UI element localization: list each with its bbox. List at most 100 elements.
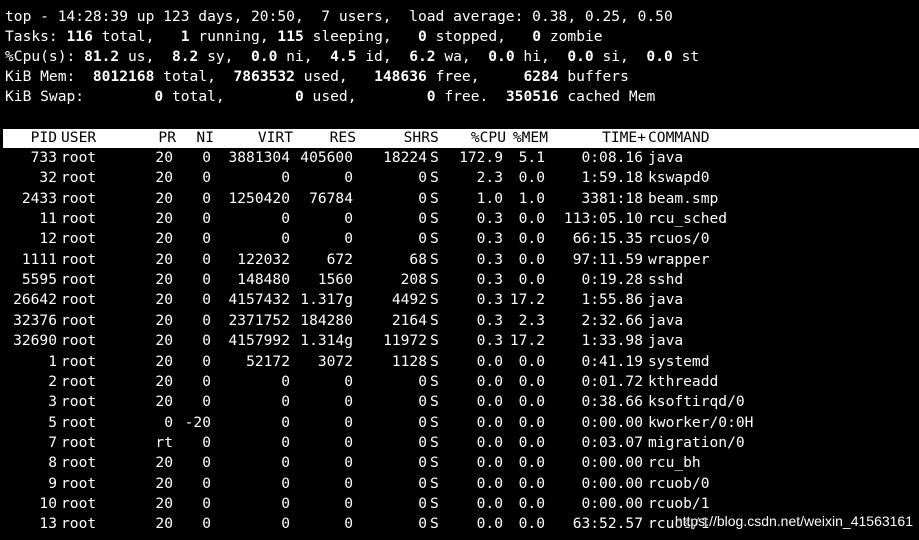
- table-row: 32376 root 20 0 2371752 184280 2164 S 0.3 2.3 2:32…: [0, 311, 919, 331]
- cell-pr: 20: [155, 494, 173, 512]
- table-row: 8 root 20 0 0 0 0 S 0.0 0.0 0:00.00 rcu_bh: [0, 453, 919, 473]
- cell-res: 0: [344, 230, 353, 248]
- mem-text: used,: [294, 68, 375, 85]
- tasks-text: sleeping,: [303, 28, 419, 45]
- cell-shr: 0: [418, 189, 427, 207]
- cell-ni: 0: [202, 271, 211, 289]
- tasks-zombie: 0: [532, 28, 542, 45]
- cell-user: root: [61, 352, 97, 370]
- cell-s: S: [430, 494, 439, 512]
- cell-mem: 0.0: [518, 230, 545, 248]
- cell-mem: 0.0: [518, 433, 545, 451]
- cell-shr: 0: [418, 393, 427, 411]
- table-row: 7 root rt 0 0 0 0 S 0.0 0.0 0:03.07 migration/0: [0, 433, 919, 453]
- cell-cpu: 2.3: [476, 169, 503, 187]
- cell-virt: 0: [281, 230, 290, 248]
- cell-s: S: [430, 250, 439, 268]
- mem-text: total,: [154, 68, 234, 85]
- cell-virt: 3881304: [228, 149, 290, 166]
- cell-ni: 0: [202, 393, 211, 411]
- cell-ni: 0: [202, 311, 211, 329]
- table-row: 1111 root 20 0 122032 672 68 S 0.3 0.0 97:11.59 wra…: [0, 250, 919, 270]
- cell-shr: 0: [418, 433, 427, 451]
- cell-command: java: [648, 149, 684, 166]
- cell-cpu: 0.0: [476, 433, 503, 451]
- cell-command: wrapper: [648, 250, 710, 268]
- cpu-id: 4.5: [330, 48, 357, 65]
- cell-command: java: [648, 291, 684, 309]
- cpu-st: 0.0: [646, 48, 673, 65]
- cell-time: 0:00.00: [581, 413, 643, 431]
- cell-virt: 0: [281, 474, 290, 492]
- cell-virt: 148480: [237, 271, 290, 289]
- watermark: https://blog.csdn.net/weixin_41563161: [674, 513, 913, 529]
- table-row: 2433 root 20 0 1250420 76784 0 S 1.0 1.0 3381:18 be…: [0, 189, 919, 209]
- cell-ni: 0: [202, 291, 211, 309]
- cell-pid: 12: [39, 230, 57, 248]
- swap-line: KiB Swap: 0 total, 0 used, 0 free. 35051…: [5, 87, 655, 107]
- cell-user: root: [61, 454, 97, 472]
- cell-virt: 0: [281, 372, 290, 390]
- swap-cached: 350516: [505, 88, 559, 105]
- cell-virt: 0: [281, 433, 290, 451]
- table-row: 12 root 20 0 0 0 0 S 0.3 0.0 66:15.35 rcuos/0: [0, 229, 919, 249]
- cell-mem: 2.3: [518, 311, 545, 329]
- cell-cpu: 172.9: [459, 149, 503, 166]
- cell-ni: -20: [184, 413, 211, 431]
- cell-s: S: [430, 230, 439, 248]
- cpu-text: wa,: [435, 48, 489, 65]
- cell-res: 672: [326, 250, 353, 268]
- cell-mem: 0.0: [518, 271, 545, 289]
- table-row: 10 root 20 0 0 0 0 S 0.0 0.0 0:00.00 rcuob/1: [0, 494, 919, 514]
- cell-pid: 8: [48, 454, 57, 472]
- cell-virt: 0: [281, 210, 290, 228]
- col-header-res: RES: [329, 129, 356, 146]
- col-header-ni: NI: [196, 129, 214, 146]
- cpu-text: us,: [119, 48, 172, 65]
- cell-shr: 0: [418, 210, 427, 228]
- table-row: 32 root 20 0 0 0 0 S 2.3 0.0 1:59.18 kswapd0: [0, 168, 919, 188]
- cell-time: 0:41.19: [581, 352, 643, 370]
- cell-pr: 20: [155, 332, 173, 350]
- cell-mem: 5.1: [518, 149, 545, 166]
- cell-s: S: [430, 311, 439, 329]
- table-row: 1 root 20 0 52172 3072 1128 S 0.0 0.0 0:41.19 syste…: [0, 352, 919, 372]
- cell-virt: 122032: [237, 250, 290, 268]
- table-row: 5595 root 20 0 148480 1560 208 S 0.3 0.0 0:19.28 ss…: [0, 270, 919, 290]
- cell-pr: 20: [155, 311, 173, 329]
- cell-pr: rt: [155, 433, 173, 451]
- cell-user: root: [61, 230, 97, 248]
- cell-ni: 0: [202, 454, 211, 472]
- cell-res: 405600: [300, 149, 353, 166]
- col-header-pid: PID: [30, 129, 57, 146]
- mem-label: KiB Mem:: [5, 68, 93, 85]
- cell-pr: 20: [155, 515, 173, 533]
- cell-shr: 0: [418, 454, 427, 472]
- cell-user: root: [61, 515, 97, 533]
- swap-used: 0: [294, 88, 304, 105]
- cell-ni: 0: [202, 149, 211, 166]
- cell-pr: 20: [155, 291, 173, 309]
- cell-res: 0: [344, 413, 353, 431]
- cell-cpu: 0.0: [476, 515, 503, 533]
- cell-s: S: [430, 189, 439, 207]
- cell-command: systemd: [648, 352, 710, 370]
- cell-mem: 17.2: [509, 291, 545, 309]
- table-row: 9 root 20 0 0 0 0 S 0.0 0.0 0:00.00 rcuob/0: [0, 474, 919, 494]
- cell-time: 0:01.72: [581, 372, 643, 390]
- cell-pid: 1111: [21, 250, 57, 268]
- col-header-virt: VIRT: [257, 129, 293, 146]
- cell-command: rcu_bh: [648, 454, 701, 472]
- cell-mem: 0.0: [518, 454, 545, 472]
- cell-s: S: [430, 393, 439, 411]
- cell-time: 0:08.16: [581, 149, 643, 166]
- cell-user: root: [61, 433, 97, 451]
- cpu-label: %Cpu(s):: [5, 48, 85, 65]
- swap-label: KiB Swap:: [5, 88, 155, 105]
- col-header-command: COMMAND: [648, 129, 710, 146]
- cell-mem: 0.0: [518, 515, 545, 533]
- uptime-line: top - 14:28:39 up 123 days, 20:50, 7 use…: [5, 7, 673, 27]
- cpu-hi: 0.0: [488, 48, 515, 65]
- cell-time: 1:55.86: [581, 291, 643, 309]
- col-header-s: S: [430, 129, 439, 146]
